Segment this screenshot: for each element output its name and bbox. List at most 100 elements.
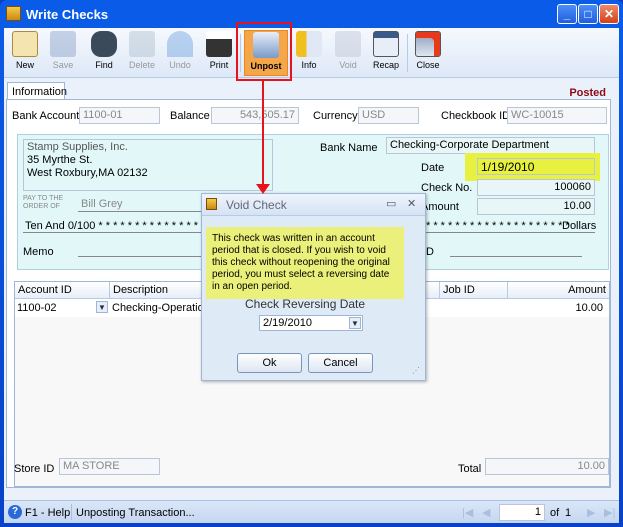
balance-label: Balance [170,110,210,122]
memo-label: Memo [23,246,54,258]
total-field[interactable]: 10.00 [485,458,609,475]
total-pages: 1 [565,507,572,519]
balance-field[interactable]: 543,505.17 [211,107,299,124]
status-separator [71,504,72,520]
date-field[interactable]: 1/19/2010 [477,158,595,175]
new-label: New [15,60,34,70]
pay-to-line: PAY TO THE [23,195,64,202]
payee-line [78,211,202,212]
bank-name-field[interactable]: Checking-Corporate Department [386,137,595,154]
window-title: Write Checks [26,7,109,22]
page-field[interactable]: 1 [499,504,545,521]
status-message: Unposting Transaction... [76,507,195,519]
help-text[interactable]: F1 - Help [25,507,70,519]
info-icon [296,31,322,57]
address-line: West Roxbury,MA 02132 [27,167,148,179]
of-label: of [550,507,560,519]
print-label: Print [209,60,229,70]
store-id-field[interactable]: MA STORE [59,458,160,475]
bank-account-label: Bank Account [12,110,80,122]
help-icon[interactable]: ? [8,505,22,519]
close-window-button[interactable]: ✕ [599,4,619,24]
maximize-button[interactable]: □ [578,4,598,24]
total-label: Total [458,463,482,475]
bank-name-label: Bank Name [320,142,378,154]
pay-to-label: PAY TO THE ORDER OF [23,195,63,211]
check-no-label: Check No. [421,182,473,194]
last-record-icon[interactable]: ▶| [604,506,615,519]
dialog-maximize-icon[interactable]: ▭ [386,197,396,210]
ok-button[interactable]: Ok [237,353,302,373]
toolbar: New Save Find Delete Undo Print Unpost I… [4,28,619,78]
delete-button[interactable]: Delete [123,30,161,76]
cell-description: Checking-Operations [112,302,216,314]
recap-button[interactable]: Recap [367,30,405,76]
print-button[interactable]: Print [200,30,238,76]
delete-label: Delete [128,60,155,70]
column-header-job-id[interactable]: Job ID [440,282,508,299]
undo-label: Undo [169,60,191,70]
find-button[interactable]: Find [85,30,123,76]
recap-icon [373,31,399,57]
bank-account-field[interactable]: 1100-01 [79,107,160,124]
memo-line[interactable] [78,256,202,257]
amount-field[interactable]: 10.00 [477,198,595,215]
dialog-title: Void Check [226,198,287,212]
dialog-app-icon [206,198,217,210]
dialog-close-icon[interactable]: ✕ [407,197,416,210]
payee-address[interactable]: Stamp Supplies, Inc. 35 Myrthe St. West … [23,139,273,191]
currency-field[interactable]: USD [358,107,419,124]
address-line: Stamp Supplies, Inc. [27,141,128,153]
chevron-down-icon[interactable]: ▼ [96,301,108,313]
column-header-account-id[interactable]: Account ID [15,282,110,299]
minimize-button[interactable]: _ [557,4,577,24]
dialog-message: This check was written in an account per… [206,227,404,299]
void-label: Void [339,60,357,70]
resize-grip-icon[interactable]: ⋰ [412,366,420,375]
reversing-date-value: 2/19/2010 [263,317,312,329]
printer-icon [206,31,232,57]
cell-amount: 10.00 [575,302,603,314]
close-form-icon [415,31,441,57]
check-no-field[interactable]: 100060 [477,179,595,196]
chevron-down-icon[interactable]: ▼ [349,317,361,329]
column-header-amount[interactable]: Amount [508,282,609,299]
void-button[interactable]: Void [329,30,367,76]
write-checks-window: Write Checks _ □ ✕ New Save Find Delete … [0,0,623,527]
annotation-arrow [262,81,264,186]
status-bar: ? F1 - Help Unposting Transaction... |◀ … [4,500,619,523]
previous-record-icon[interactable]: ◀ [482,506,490,519]
save-label: Save [52,60,74,70]
cancel-button[interactable]: Cancel [308,353,373,373]
find-label: Find [95,60,113,70]
payee-field[interactable]: Bill Grey [81,198,123,210]
binoculars-icon [91,31,117,57]
annotation-arrowhead [256,184,270,194]
undo-button[interactable]: Undo [161,30,199,76]
recap-label: Recap [372,60,399,70]
new-button[interactable]: New [6,30,44,76]
checkbook-id-field[interactable]: WC-10015 [507,107,607,124]
cell-account-id: 1100-02 [17,302,57,314]
signature-line [450,256,582,257]
info-button[interactable]: Info [290,30,328,76]
first-record-icon[interactable]: |◀ [462,506,473,519]
new-icon [12,31,38,57]
save-icon [50,31,76,57]
reversing-date-label: Check Reversing Date [245,297,366,311]
close-button[interactable]: Close [409,30,447,76]
void-check-dialog: Void Check ▭ ✕ This check was written in… [201,193,426,381]
currency-label: Currency [313,110,358,122]
date-label: Date [421,162,445,174]
recycle-icon [129,31,155,57]
dialog-title-bar: Void Check ▭ ✕ [202,194,425,216]
app-icon [6,6,21,21]
pay-to-line: ORDER OF [23,203,60,210]
save-button[interactable]: Save [44,30,82,76]
next-record-icon[interactable]: ▶ [587,506,595,519]
reversing-date-combo[interactable]: 2/19/2010 ▼ [259,315,363,331]
tab-information[interactable]: Information [7,82,67,100]
store-id-label: Store ID [14,463,55,475]
status-badge: Posted [569,87,606,99]
close-label: Close [416,60,440,70]
